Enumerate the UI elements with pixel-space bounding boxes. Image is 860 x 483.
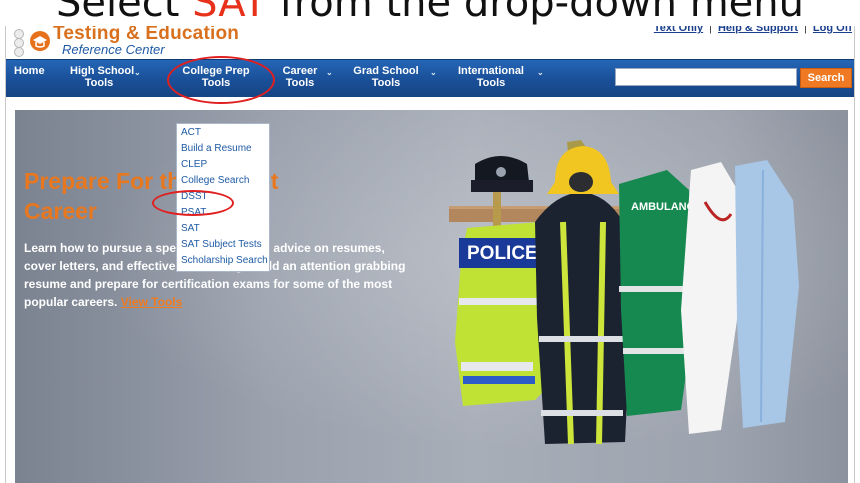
search-button[interactable]: Search <box>800 68 852 88</box>
logo-dots-icon <box>14 29 28 57</box>
chevron-down-icon: ⌄ <box>537 68 544 77</box>
separator: | <box>804 26 807 34</box>
chevron-down-icon: ⌄ <box>326 68 333 77</box>
highlight-circle-college-prep <box>167 56 275 104</box>
browser-viewport: Testing & Education Reference Center Tex… <box>5 26 855 483</box>
search-input[interactable] <box>615 68 797 86</box>
nav-label-line1: International <box>457 65 524 77</box>
separator: | <box>709 26 712 34</box>
view-tools-link[interactable]: View Tools <box>121 295 183 309</box>
help-support-link[interactable]: Help & Support <box>718 26 798 34</box>
nav-international-tools[interactable]: International Tools ⌄ <box>453 65 544 89</box>
menu-item-sat-subject-tests[interactable]: SAT Subject Tests <box>181 239 262 251</box>
menu-item-college-search[interactable]: College Search <box>181 175 249 187</box>
utility-links: Text Only | Help & Support | Log Off <box>654 26 852 34</box>
menu-item-scholarship-search[interactable]: Scholarship Search <box>181 255 268 267</box>
nav-home[interactable]: Home <box>14 65 45 77</box>
nav-career-tools[interactable]: Career Tools ⌄ <box>282 65 333 89</box>
menu-item-sat[interactable]: SAT <box>181 223 200 235</box>
nav-label-line1: High School <box>70 65 135 77</box>
caption-highlight: SAT <box>192 0 267 26</box>
nav-grad-school-tools[interactable]: Grad School Tools ⌄ <box>350 65 436 89</box>
highlight-circle-sat <box>152 190 234 216</box>
text-only-link[interactable]: Text Only <box>654 26 703 34</box>
nav-label-line2: Tools <box>285 77 315 89</box>
main-navigation: Home High School Tools ⌄ College Prep To… <box>6 59 854 97</box>
caption-text: Select <box>55 0 193 26</box>
nav-label-line2: Tools <box>84 77 114 89</box>
nav-label-line1: Career <box>282 65 318 77</box>
instruction-caption: Select SAT from the drop-down menu <box>0 0 860 28</box>
chevron-down-icon: ⌄ <box>134 68 141 77</box>
graduation-cap-icon <box>30 31 50 51</box>
site-header: Testing & Education Reference Center Tex… <box>6 26 854 59</box>
nav-high-school-tools[interactable]: High School Tools ⌄ <box>70 65 141 89</box>
nav-home-label: Home <box>14 65 45 77</box>
hero-banner: POLICE AMBULANCE Prepare For the Perfect… <box>15 110 848 483</box>
site-logo[interactable]: Testing & Education Reference Center <box>14 26 239 57</box>
nav-label-line1: Grad School <box>353 65 419 77</box>
log-off-link[interactable]: Log Off <box>813 26 852 34</box>
menu-item-act[interactable]: ACT <box>181 127 201 139</box>
nav-label-line2: Tools <box>371 77 401 89</box>
chevron-down-icon: ⌄ <box>430 68 437 77</box>
caption-text-end: from the drop-down menu <box>266 0 804 26</box>
nav-label-line2: Tools <box>476 77 506 89</box>
svg-text:POLICE: POLICE <box>467 243 538 264</box>
logo-subtitle: Reference Center <box>62 42 165 57</box>
menu-item-clep[interactable]: CLEP <box>181 159 207 171</box>
menu-item-build-a-resume[interactable]: Build a Resume <box>181 143 252 155</box>
